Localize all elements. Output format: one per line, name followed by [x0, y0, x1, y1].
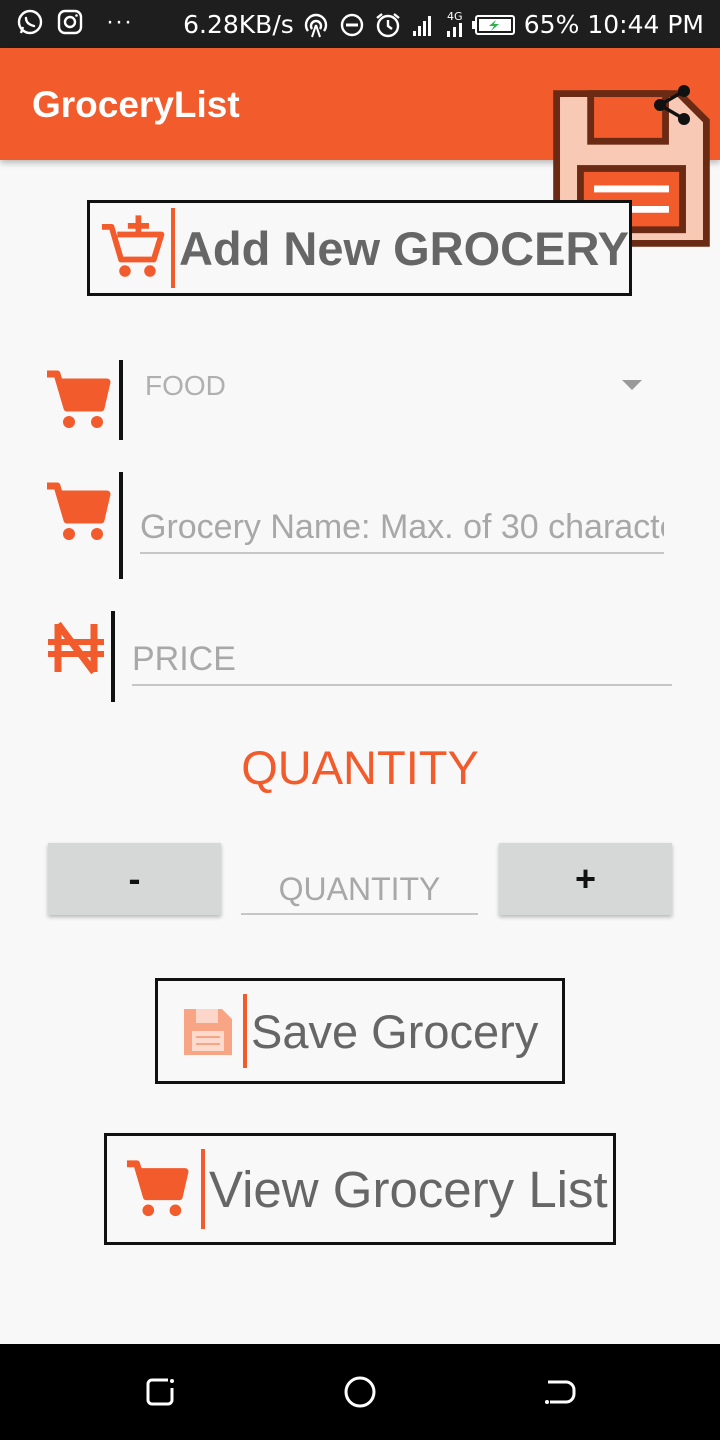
whatsapp-icon: [17, 9, 43, 35]
app-title: GroceryList: [32, 84, 240, 125]
overflow-dots: ···: [106, 8, 133, 35]
battery-percent: 65%: [523, 10, 580, 39]
status-right: 6.28KB/s 4G 65% 10:44 PM: [183, 10, 704, 39]
naira-icon: [48, 621, 104, 675]
cart-icon: [126, 1160, 189, 1217]
home-icon[interactable]: [342, 1374, 378, 1410]
net-speed: 6.28KB/s: [183, 10, 294, 39]
status-left: ···: [16, 8, 133, 36]
back-icon[interactable]: [542, 1374, 578, 1410]
alarm-icon: [376, 12, 400, 37]
hotspot-icon: [304, 13, 327, 37]
save-grocery-button[interactable]: Save Grocery: [155, 978, 565, 1084]
view-grocery-list-button[interactable]: View Grocery List: [104, 1133, 616, 1245]
quantity-title: QUANTITY: [241, 741, 479, 794]
network-type-label: 4G: [447, 10, 463, 23]
instagram-icon: [57, 9, 83, 35]
cart-icon: [47, 482, 111, 540]
network-type: 4G: [446, 11, 464, 38]
floppy-disk-icon: [184, 1009, 232, 1055]
share-icon[interactable]: [651, 84, 693, 126]
navigation-bar: [0, 1344, 720, 1440]
clock: 10:44 PM: [587, 10, 704, 39]
add-cart-icon: [101, 215, 165, 277]
signal-icon: [412, 15, 431, 36]
name-divider: [119, 472, 123, 579]
add-new-label: Add New GROCERY: [178, 221, 629, 275]
dnd-icon: [340, 13, 363, 36]
price-divider: [111, 611, 115, 702]
view-grocery-list-label: View Grocery List: [209, 1160, 608, 1218]
increment-button[interactable]: +: [499, 843, 672, 915]
quantity-input[interactable]: [241, 865, 478, 915]
category-spinner[interactable]: FOOD: [145, 370, 226, 402]
recent-apps-icon[interactable]: [142, 1374, 178, 1410]
price-input[interactable]: [132, 634, 672, 686]
status-bar: ··· 6.28KB/s 4G 65% 10:44 PM: [0, 0, 720, 48]
grocery-name-input[interactable]: [140, 502, 664, 554]
decrement-button[interactable]: -: [48, 843, 221, 915]
save-grocery-label: Save Grocery: [251, 1004, 539, 1058]
battery-icon: [471, 14, 515, 35]
signal-4g-icon: [446, 23, 462, 37]
cart-icon: [47, 370, 111, 428]
category-divider: [119, 360, 123, 440]
dropdown-arrow-icon[interactable]: [622, 380, 642, 390]
add-new-grocery-button[interactable]: Add New GROCERY: [87, 200, 632, 296]
